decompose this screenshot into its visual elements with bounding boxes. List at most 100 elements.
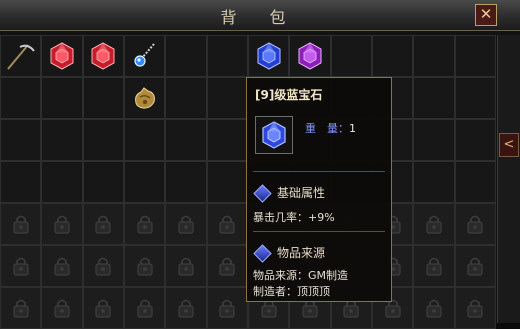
- red-gem-icon[interactable]: [88, 41, 118, 71]
- inventory-slot[interactable]: [41, 77, 83, 119]
- item-source-line: 物品来源：GM制造: [253, 269, 349, 282]
- divider: [253, 231, 385, 232]
- weight-label: 重 量：: [305, 122, 349, 135]
- inventory-slot[interactable]: [41, 35, 83, 77]
- lock-icon: [92, 255, 114, 277]
- inventory-slot[interactable]: [413, 161, 455, 203]
- inventory-slot[interactable]: [371, 35, 414, 77]
- inventory-slot[interactable]: [0, 35, 42, 77]
- inventory-slot[interactable]: [0, 161, 42, 203]
- window-title: 背 包: [220, 8, 300, 27]
- close-button[interactable]: ✕: [475, 4, 497, 26]
- inventory-slot[interactable]: [454, 119, 496, 161]
- title-bar[interactable]: 背 包 ✕: [0, 0, 520, 31]
- divider: [253, 171, 385, 172]
- inventory-slot[interactable]: [82, 35, 124, 77]
- lock-icon: [10, 213, 32, 235]
- locked-slot[interactable]: [41, 245, 83, 287]
- diamond-bullet-icon: [253, 244, 272, 263]
- inventory-slot[interactable]: [165, 77, 207, 119]
- inventory-slot[interactable]: [454, 161, 496, 203]
- inventory-slot[interactable]: [289, 35, 331, 77]
- lock-icon: [423, 255, 445, 277]
- inventory-slot[interactable]: [165, 119, 207, 161]
- blue-gem-icon: [262, 121, 286, 149]
- lock-icon: [51, 255, 73, 277]
- inventory-slot[interactable]: [82, 77, 124, 119]
- inventory-slot[interactable]: [82, 119, 124, 161]
- inventory-slot[interactable]: [165, 35, 207, 77]
- side-panel-toggle-button[interactable]: <: [499, 133, 519, 157]
- crit-chance-line: 暴击几率：+9%: [253, 211, 335, 224]
- locked-slot[interactable]: [206, 203, 248, 245]
- inventory-slot[interactable]: [41, 161, 83, 203]
- inventory-slot[interactable]: [206, 119, 248, 161]
- lock-icon: [92, 297, 114, 319]
- inventory-slot[interactable]: [206, 77, 248, 119]
- lock-icon: [175, 255, 197, 277]
- inventory-slot[interactable]: [0, 119, 42, 161]
- inventory-slot[interactable]: [454, 35, 496, 77]
- red-gem-icon[interactable]: [47, 41, 77, 71]
- locked-slot[interactable]: [454, 203, 496, 245]
- blue-gem-icon[interactable]: [254, 41, 284, 71]
- purple-gem-icon[interactable]: [295, 41, 325, 71]
- lock-icon: [10, 297, 32, 319]
- section-title: 基础属性: [277, 186, 326, 200]
- inventory-slot[interactable]: [247, 35, 290, 77]
- golden-pouch-icon[interactable]: [130, 83, 160, 113]
- inventory-slot[interactable]: [123, 161, 166, 203]
- side-panel-edge: [497, 35, 520, 323]
- diamond-bullet-icon: [253, 184, 272, 203]
- inventory-slot[interactable]: [82, 161, 124, 203]
- maker-line: 制造者：顶顶顶: [253, 285, 330, 298]
- lock-icon: [51, 297, 73, 319]
- weight-value: 1: [349, 122, 356, 135]
- section-title: 物品来源: [277, 246, 326, 260]
- locked-slot[interactable]: [0, 203, 42, 245]
- lock-icon: [216, 213, 238, 235]
- locked-slot[interactable]: [0, 245, 42, 287]
- inventory-slot[interactable]: [123, 119, 166, 161]
- lock-icon: [464, 255, 486, 277]
- locked-slot[interactable]: [82, 245, 124, 287]
- locked-slot[interactable]: [41, 203, 83, 245]
- locked-slot[interactable]: [165, 245, 207, 287]
- inventory-slot[interactable]: [454, 77, 496, 119]
- tooltip-item-icon: [255, 116, 293, 154]
- lock-icon: [216, 297, 238, 319]
- lock-icon: [134, 255, 156, 277]
- lock-icon: [51, 213, 73, 235]
- pickaxe-icon[interactable]: [6, 41, 36, 71]
- inventory-slot[interactable]: [206, 161, 248, 203]
- inventory-slot[interactable]: [413, 35, 455, 77]
- lock-icon: [134, 297, 156, 319]
- lock-icon: [464, 297, 486, 319]
- inventory-slot[interactable]: [413, 119, 455, 161]
- locked-slot[interactable]: [123, 203, 166, 245]
- inventory-slot[interactable]: [0, 77, 42, 119]
- section-item-source: 物品来源: [253, 244, 326, 263]
- lock-icon: [10, 255, 32, 277]
- locked-slot[interactable]: [454, 245, 496, 287]
- inventory-window: 背 包 ✕ < [9]级蓝宝石 重 量：1 基础属性 暴击几率：+9% 物品来源…: [0, 0, 520, 329]
- lock-icon: [175, 213, 197, 235]
- inventory-slot[interactable]: [413, 77, 455, 119]
- section-basic-attributes: 基础属性: [253, 184, 326, 203]
- necklace-icon[interactable]: [130, 41, 160, 71]
- locked-slot[interactable]: [413, 245, 455, 287]
- locked-slot[interactable]: [206, 245, 248, 287]
- locked-slot[interactable]: [165, 203, 207, 245]
- lock-icon: [134, 213, 156, 235]
- tooltip-item-name: [9]级蓝宝石: [255, 88, 323, 102]
- locked-slot[interactable]: [82, 203, 124, 245]
- inventory-slot[interactable]: [123, 35, 166, 77]
- lock-icon: [175, 297, 197, 319]
- locked-slot[interactable]: [123, 245, 166, 287]
- inventory-slot[interactable]: [123, 77, 166, 119]
- inventory-slot[interactable]: [206, 35, 248, 77]
- locked-slot[interactable]: [413, 203, 455, 245]
- inventory-slot[interactable]: [330, 35, 372, 77]
- inventory-slot[interactable]: [165, 161, 207, 203]
- inventory-slot[interactable]: [41, 119, 83, 161]
